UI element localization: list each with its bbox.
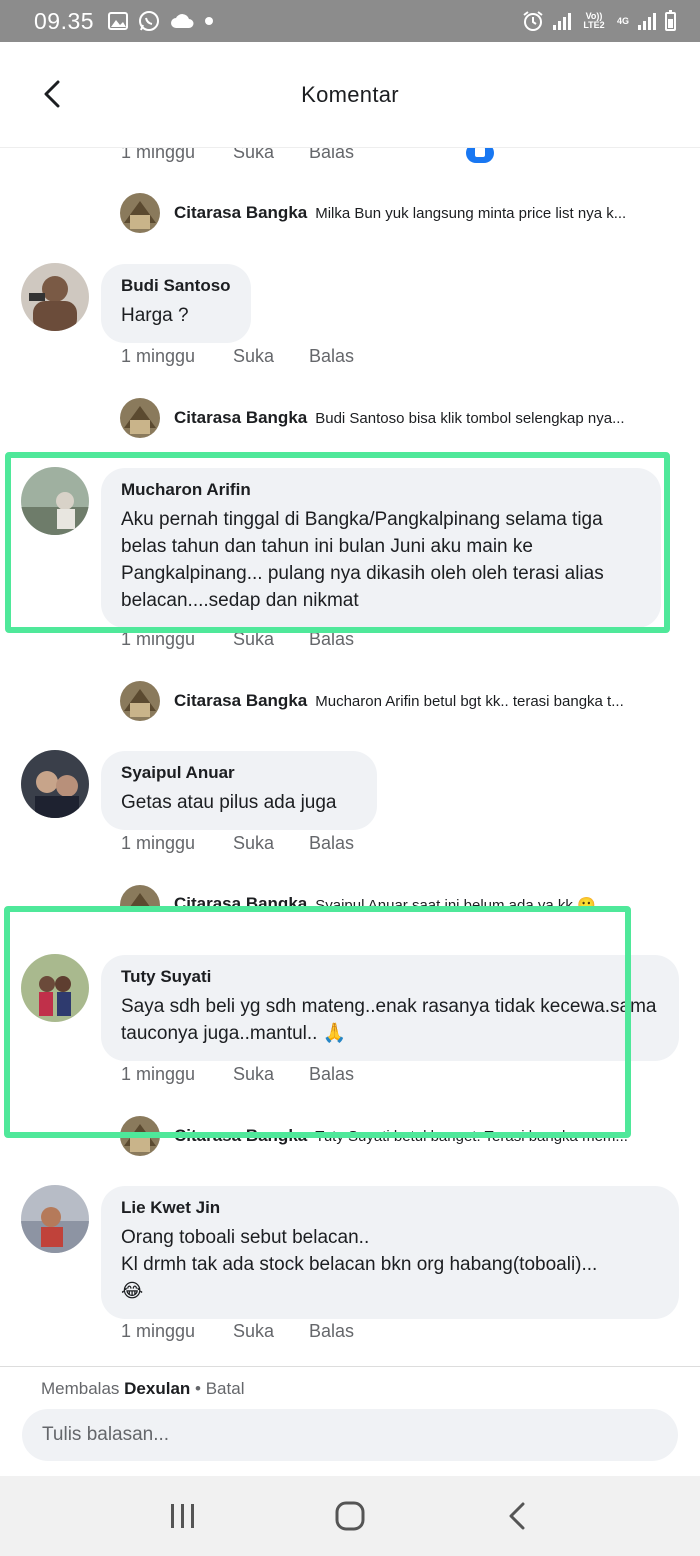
home-button[interactable] (320, 1486, 380, 1546)
comment-text: Harga ? (121, 305, 189, 326)
reply-author[interactable]: Citarasa Bangka (174, 203, 307, 223)
battery-icon (665, 9, 676, 31)
reply-author[interactable]: Citarasa Bangka (174, 894, 307, 907)
comment-actions: 1 minggu Suka Balas (121, 629, 354, 650)
comment-bubble[interactable]: Syaipul Anuar Getas atau pilus ada juga (101, 751, 377, 830)
reply-preview[interactable]: Citarasa Bangka Budi Santoso bisa klik t… (120, 398, 680, 438)
status-bar: 09.35 Vo)) LTE2 4G (0, 0, 700, 42)
avatar (120, 885, 160, 907)
comment-bubble[interactable]: Mucharon Arifin Aku pernah tinggal di Ba… (101, 468, 661, 628)
reply-text: Mucharon Arifin betul bgt kk.. terasi ba… (315, 692, 624, 710)
avatar (120, 1116, 160, 1156)
app-header: Komentar (0, 42, 700, 148)
back-icon (509, 1502, 525, 1530)
reply-author[interactable]: Citarasa Bangka (174, 408, 307, 428)
comment-time: 1 minggu (121, 833, 196, 853)
reply-to-bar: Membalas Dexulan • Batal (41, 1379, 244, 1399)
reply-button[interactable]: Balas (309, 1321, 354, 1342)
like-button[interactable]: Suka (233, 629, 309, 650)
avatar (120, 681, 160, 721)
reply-button[interactable]: Balas (309, 833, 354, 854)
reply-author[interactable]: Citarasa Bangka (174, 691, 307, 711)
reply-text: Milka Bun yuk langsung minta price list … (315, 204, 627, 222)
reply-preview[interactable]: Citarasa Bangka Mucharon Arifin betul bg… (120, 681, 680, 721)
reply-to-name: Dexulan (124, 1379, 191, 1398)
gallery-icon (108, 12, 129, 30)
signal-icon (552, 12, 571, 30)
network-4g-label: 4G (616, 15, 629, 26)
comment-author[interactable]: Syaipul Anuar (121, 763, 357, 783)
comment-author[interactable]: Tuty Suyati (121, 967, 659, 987)
avatar[interactable] (21, 467, 89, 535)
comment-author[interactable]: Mucharon Arifin (121, 480, 641, 500)
reply-text: Budi Santoso bisa klik tombol selengkap … (315, 409, 625, 427)
signal-icon (638, 12, 656, 30)
reply-preview[interactable]: Citarasa Bangka Tuty Suyati betul banget… (120, 1116, 680, 1156)
avatar[interactable] (21, 954, 89, 1022)
reply-text: Syaipul Anuar saat ini belum ada ya kk 🙂 (315, 897, 596, 907)
comment-actions: 1 minggu Suka Balas (121, 833, 354, 854)
comment-author[interactable]: Budi Santoso (121, 276, 231, 296)
reply-prefix: Membalas (41, 1379, 120, 1398)
back-nav-button[interactable] (487, 1486, 547, 1546)
like-button[interactable]: Suka (233, 346, 309, 367)
avatar[interactable] (21, 750, 89, 818)
page-title: Komentar (301, 81, 399, 107)
comment-bubble[interactable]: Budi Santoso Harga ? (101, 264, 251, 343)
reply-preview[interactable]: Citarasa Bangka Milka Bun yuk langsung m… (120, 193, 680, 233)
comment-time: 1 minggu (121, 346, 196, 366)
system-nav-bar (0, 1476, 700, 1556)
cancel-reply-button[interactable]: Batal (206, 1379, 245, 1398)
whatsapp-icon (138, 10, 160, 32)
recent-apps-icon (171, 1504, 195, 1528)
reply-text: Tuty Suyati betul banget. Terasi bangka … (315, 1127, 628, 1145)
reply-author[interactable]: Citarasa Bangka (174, 1126, 307, 1146)
separator: • (195, 1379, 201, 1398)
home-icon (335, 1501, 365, 1531)
recent-apps-button[interactable] (153, 1486, 213, 1546)
avatar[interactable] (21, 1185, 89, 1253)
alarm-icon (522, 10, 544, 32)
reply-preview[interactable]: Citarasa Bangka Syaipul Anuar saat ini b… (120, 885, 680, 907)
avatar (120, 193, 160, 233)
comment-actions: 1 minggu Suka Balas (121, 1321, 354, 1342)
comment-time: 1 minggu (121, 1321, 196, 1341)
like-button[interactable]: Suka (233, 1321, 309, 1342)
comment-text: Getas atau pilus ada juga (121, 792, 337, 813)
comments-feed: 1 minggu Suka Balas Citarasa Bangka Milk… (0, 0, 700, 1556)
avatar[interactable] (21, 263, 89, 331)
avatar (120, 398, 160, 438)
comment-actions: 1 minggu Suka Balas (121, 1064, 354, 1085)
comment-text: Saya sdh beli yg sdh mateng..enak rasany… (121, 996, 657, 1044)
network-label: Vo)) LTE2 (583, 11, 605, 30)
chevron-left-icon (44, 80, 60, 108)
comment-bubble[interactable]: Lie Kwet Jin Orang toboali sebut belacan… (101, 1186, 679, 1319)
comment-time: 1 minggu (121, 629, 196, 649)
back-button[interactable] (36, 78, 68, 110)
cloud-icon (170, 13, 194, 29)
reply-input[interactable]: Tulis balasan... (22, 1409, 678, 1461)
comment-text: Aku pernah tinggal di Bangka/Pangkalpina… (121, 509, 604, 611)
reply-button[interactable]: Balas (309, 629, 354, 650)
dot-icon (204, 16, 214, 26)
status-time: 09.35 (34, 7, 95, 34)
reply-composer: Membalas Dexulan • Batal Tulis balasan..… (0, 1366, 700, 1476)
comment-bubble[interactable]: Tuty Suyati Saya sdh beli yg sdh mateng.… (101, 955, 679, 1061)
comment-actions: 1 minggu Suka Balas (121, 346, 354, 367)
comment-author[interactable]: Lie Kwet Jin (121, 1198, 659, 1218)
reply-button[interactable]: Balas (309, 1064, 354, 1085)
comment-text: Orang toboali sebut belacan.. Kl drmh ta… (121, 1227, 598, 1302)
reply-button[interactable]: Balas (309, 346, 354, 367)
comment-time: 1 minggu (121, 1064, 196, 1084)
like-button[interactable]: Suka (233, 1064, 309, 1085)
like-button[interactable]: Suka (233, 833, 309, 854)
